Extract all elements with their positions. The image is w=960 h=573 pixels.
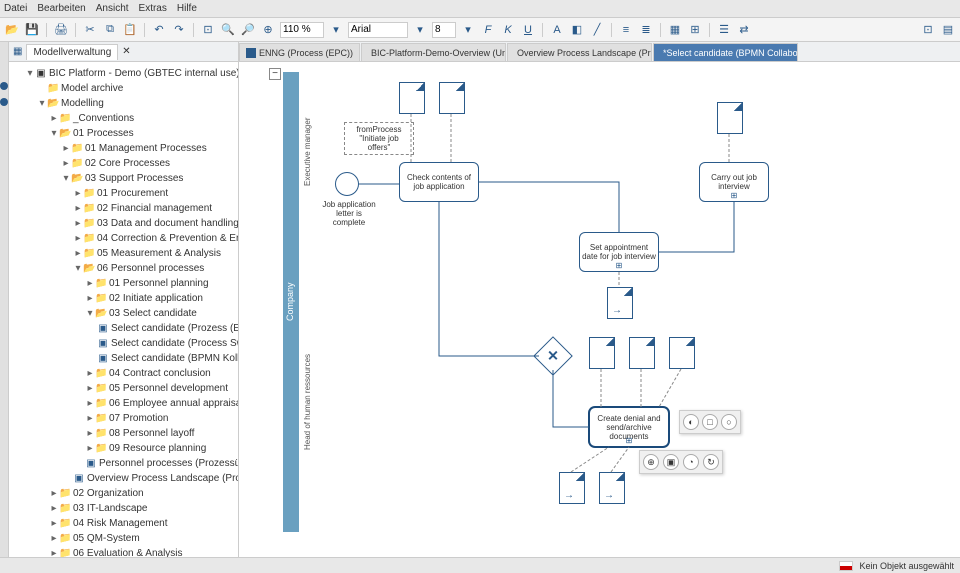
data-object[interactable] bbox=[717, 102, 743, 134]
mini-action-a[interactable]: ⊕ bbox=[643, 454, 659, 470]
collapse-toggle[interactable]: − bbox=[269, 68, 281, 80]
start-event[interactable] bbox=[335, 172, 359, 196]
task-interview[interactable]: Carry out job interview bbox=[699, 162, 769, 202]
menu-bearbeiten[interactable]: Bearbeiten bbox=[37, 3, 85, 14]
copy-icon[interactable]: ⧉ bbox=[102, 22, 118, 38]
perspective-icon[interactable]: ⊡ bbox=[920, 22, 936, 38]
print-icon[interactable]: 🖨 bbox=[53, 22, 69, 38]
model-tree[interactable]: ▾▣BIC Platform - Demo (GBTEC internal us… bbox=[9, 62, 238, 557]
redo-icon[interactable]: ↷ bbox=[171, 22, 187, 38]
annotation[interactable]: fromProcess "Initiate job offers" bbox=[344, 122, 414, 155]
editor-tab[interactable]: ENNG (Process (EPC)) bbox=[239, 43, 360, 61]
left-vertical-tabs bbox=[0, 42, 9, 557]
panel-tab-bar: ▦ Modellverwaltung ✕ bbox=[9, 42, 238, 62]
cut-icon[interactable]: ✂ bbox=[82, 22, 98, 38]
mini-action-3[interactable]: ○ bbox=[721, 414, 737, 430]
dropdown-icon[interactable]: ▾ bbox=[412, 22, 428, 38]
lv-tab-2[interactable] bbox=[0, 98, 8, 106]
menu-bar: Datei Bearbeiten Ansicht Extras Hilfe bbox=[0, 0, 960, 18]
editor-area: ENNG (Process (EPC)) BIC-Platform-Demo-O… bbox=[239, 42, 960, 557]
font-size-input[interactable] bbox=[432, 22, 456, 38]
zoom-in-icon[interactable]: 🔍 bbox=[220, 22, 236, 38]
data-object-out[interactable] bbox=[599, 472, 625, 504]
paste-icon[interactable]: 📋 bbox=[122, 22, 138, 38]
task-appointment[interactable]: Set appointment date for job interview bbox=[579, 232, 659, 272]
mini-action-2[interactable]: □ bbox=[702, 414, 718, 430]
mini-action-d[interactable]: ↻ bbox=[703, 454, 719, 470]
arrange-icon[interactable]: ☰ bbox=[716, 22, 732, 38]
data-object[interactable] bbox=[629, 337, 655, 369]
context-toolbar: ◐ □ ○ bbox=[679, 410, 741, 434]
save-icon[interactable]: 💾 bbox=[24, 22, 40, 38]
zoom-out-icon[interactable]: 🔎 bbox=[240, 22, 256, 38]
menu-datei[interactable]: Datei bbox=[4, 3, 27, 14]
context-toolbar-2: ⊕ ▣ ◔ ↻ bbox=[639, 450, 723, 474]
main-toolbar: 📂 💾 🖨 ✂ ⧉ 📋 ↶ ↷ ⊡ 🔍 🔎 ⊕ ▾ ▾ ▾ F K U A ◧ … bbox=[0, 18, 960, 42]
data-object[interactable] bbox=[399, 82, 425, 114]
grid-icon[interactable]: ▦ bbox=[667, 22, 683, 38]
dropdown-icon[interactable]: ▾ bbox=[460, 22, 476, 38]
italic-icon[interactable]: K bbox=[500, 22, 516, 38]
editor-tab[interactable]: BIC-Platform-Demo-Overview (Univers... bbox=[361, 43, 506, 61]
mini-action-b[interactable]: ▣ bbox=[663, 454, 679, 470]
fill-color-icon[interactable]: ◧ bbox=[569, 22, 585, 38]
data-object[interactable] bbox=[669, 337, 695, 369]
zoom-100-icon[interactable]: ⊕ bbox=[260, 22, 276, 38]
align-center-icon[interactable]: ≣ bbox=[638, 22, 654, 38]
underline-icon[interactable]: U bbox=[520, 22, 536, 38]
font-name-input[interactable] bbox=[348, 22, 408, 38]
diagram-canvas[interactable]: Company Executive manager Head of human … bbox=[239, 62, 960, 557]
mini-action-c[interactable]: ◔ bbox=[683, 454, 699, 470]
undo-icon[interactable]: ↶ bbox=[151, 22, 167, 38]
dropdown-icon[interactable]: ▾ bbox=[328, 22, 344, 38]
distribute-icon[interactable]: ⇄ bbox=[736, 22, 752, 38]
snap-icon[interactable]: ⊞ bbox=[687, 22, 703, 38]
open-icon[interactable]: 📂 bbox=[4, 22, 20, 38]
task-check[interactable]: Check contents of job application bbox=[399, 162, 479, 202]
panel-tab-modellverwaltung[interactable]: Modellverwaltung bbox=[26, 44, 118, 60]
menu-hilfe[interactable]: Hilfe bbox=[177, 3, 197, 14]
editor-tab[interactable]: Overview Process Landscape (Process... bbox=[507, 43, 652, 61]
menu-ansicht[interactable]: Ansicht bbox=[96, 3, 129, 14]
zoom-value-input[interactable] bbox=[280, 22, 324, 38]
event-label: Job application letter is complete bbox=[319, 200, 379, 227]
language-flag-icon[interactable] bbox=[839, 561, 853, 571]
lv-tab-1[interactable] bbox=[0, 82, 8, 90]
align-left-icon[interactable]: ≡ bbox=[618, 22, 634, 38]
status-message: Kein Objekt ausgewählt bbox=[859, 561, 954, 571]
close-panel-icon[interactable]: ✕ bbox=[122, 46, 130, 57]
data-object[interactable] bbox=[589, 337, 615, 369]
zoom-fit-icon[interactable]: ⊡ bbox=[200, 22, 216, 38]
lane-label-2[interactable]: Head of human ressources bbox=[303, 342, 312, 462]
text-color-icon[interactable]: A bbox=[549, 22, 565, 38]
task-denial-selected[interactable]: Create denial and send/archive documents bbox=[589, 407, 669, 447]
editor-tab-bar: ENNG (Process (EPC)) BIC-Platform-Demo-O… bbox=[239, 42, 960, 62]
bold-icon[interactable]: F bbox=[480, 22, 496, 38]
data-object-out[interactable] bbox=[607, 287, 633, 319]
status-bar: Kein Objekt ausgewählt bbox=[0, 557, 960, 573]
pool-label[interactable]: Company bbox=[283, 72, 299, 532]
views-icon[interactable]: ▤ bbox=[940, 22, 956, 38]
data-object-out[interactable] bbox=[559, 472, 585, 504]
editor-tab-active[interactable]: *Select candidate (BPMN Collaboratio... bbox=[653, 43, 798, 61]
mini-action-1[interactable]: ◐ bbox=[683, 414, 699, 430]
menu-extras[interactable]: Extras bbox=[139, 3, 167, 14]
line-color-icon[interactable]: ╱ bbox=[589, 22, 605, 38]
data-object[interactable] bbox=[439, 82, 465, 114]
model-explorer-panel: ▦ Modellverwaltung ✕ ▾▣BIC Platform - De… bbox=[9, 42, 239, 557]
lane-label-1[interactable]: Executive manager bbox=[303, 82, 312, 222]
gateway-exclusive[interactable]: ✕ bbox=[533, 336, 573, 376]
